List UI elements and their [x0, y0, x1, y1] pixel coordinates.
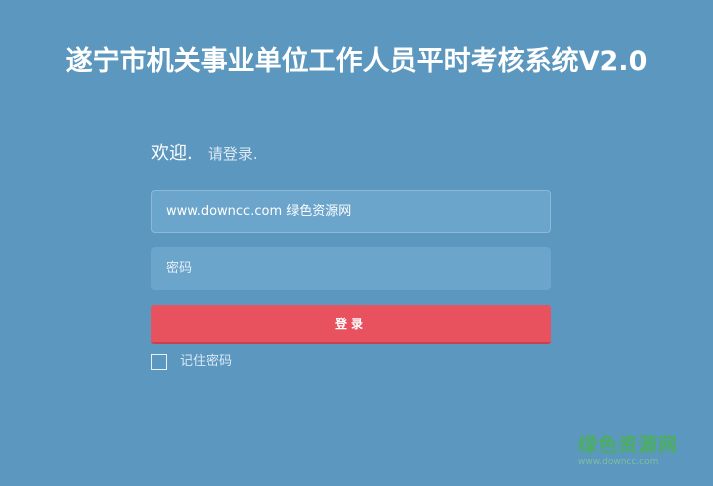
- remember-password-checkbox[interactable]: [151, 354, 167, 370]
- remember-password-row: 记住密码: [151, 352, 551, 372]
- welcome-heading: 欢迎.: [151, 143, 193, 164]
- remember-password-label[interactable]: 记住密码: [180, 352, 232, 372]
- watermark-logo: 绿色资源网 www.downcc.com: [578, 434, 698, 468]
- login-prompt: 请登录.: [207, 145, 258, 163]
- login-form: 欢迎. 请登录. www.downcc.com 绿色资源网 密码 登录 记住密码: [151, 140, 551, 372]
- username-input[interactable]: www.downcc.com 绿色资源网: [151, 190, 551, 233]
- welcome-text: 欢迎. 请登录.: [151, 140, 551, 168]
- watermark-title: 绿色资源网: [578, 434, 679, 456]
- password-input[interactable]: 密码: [151, 247, 551, 290]
- login-button[interactable]: 登录: [151, 305, 551, 344]
- watermark-url: www.downcc.com: [578, 457, 659, 467]
- page-title: 遂宁市机关事业单位工作人员平时考核系统V2.0: [65, 46, 648, 77]
